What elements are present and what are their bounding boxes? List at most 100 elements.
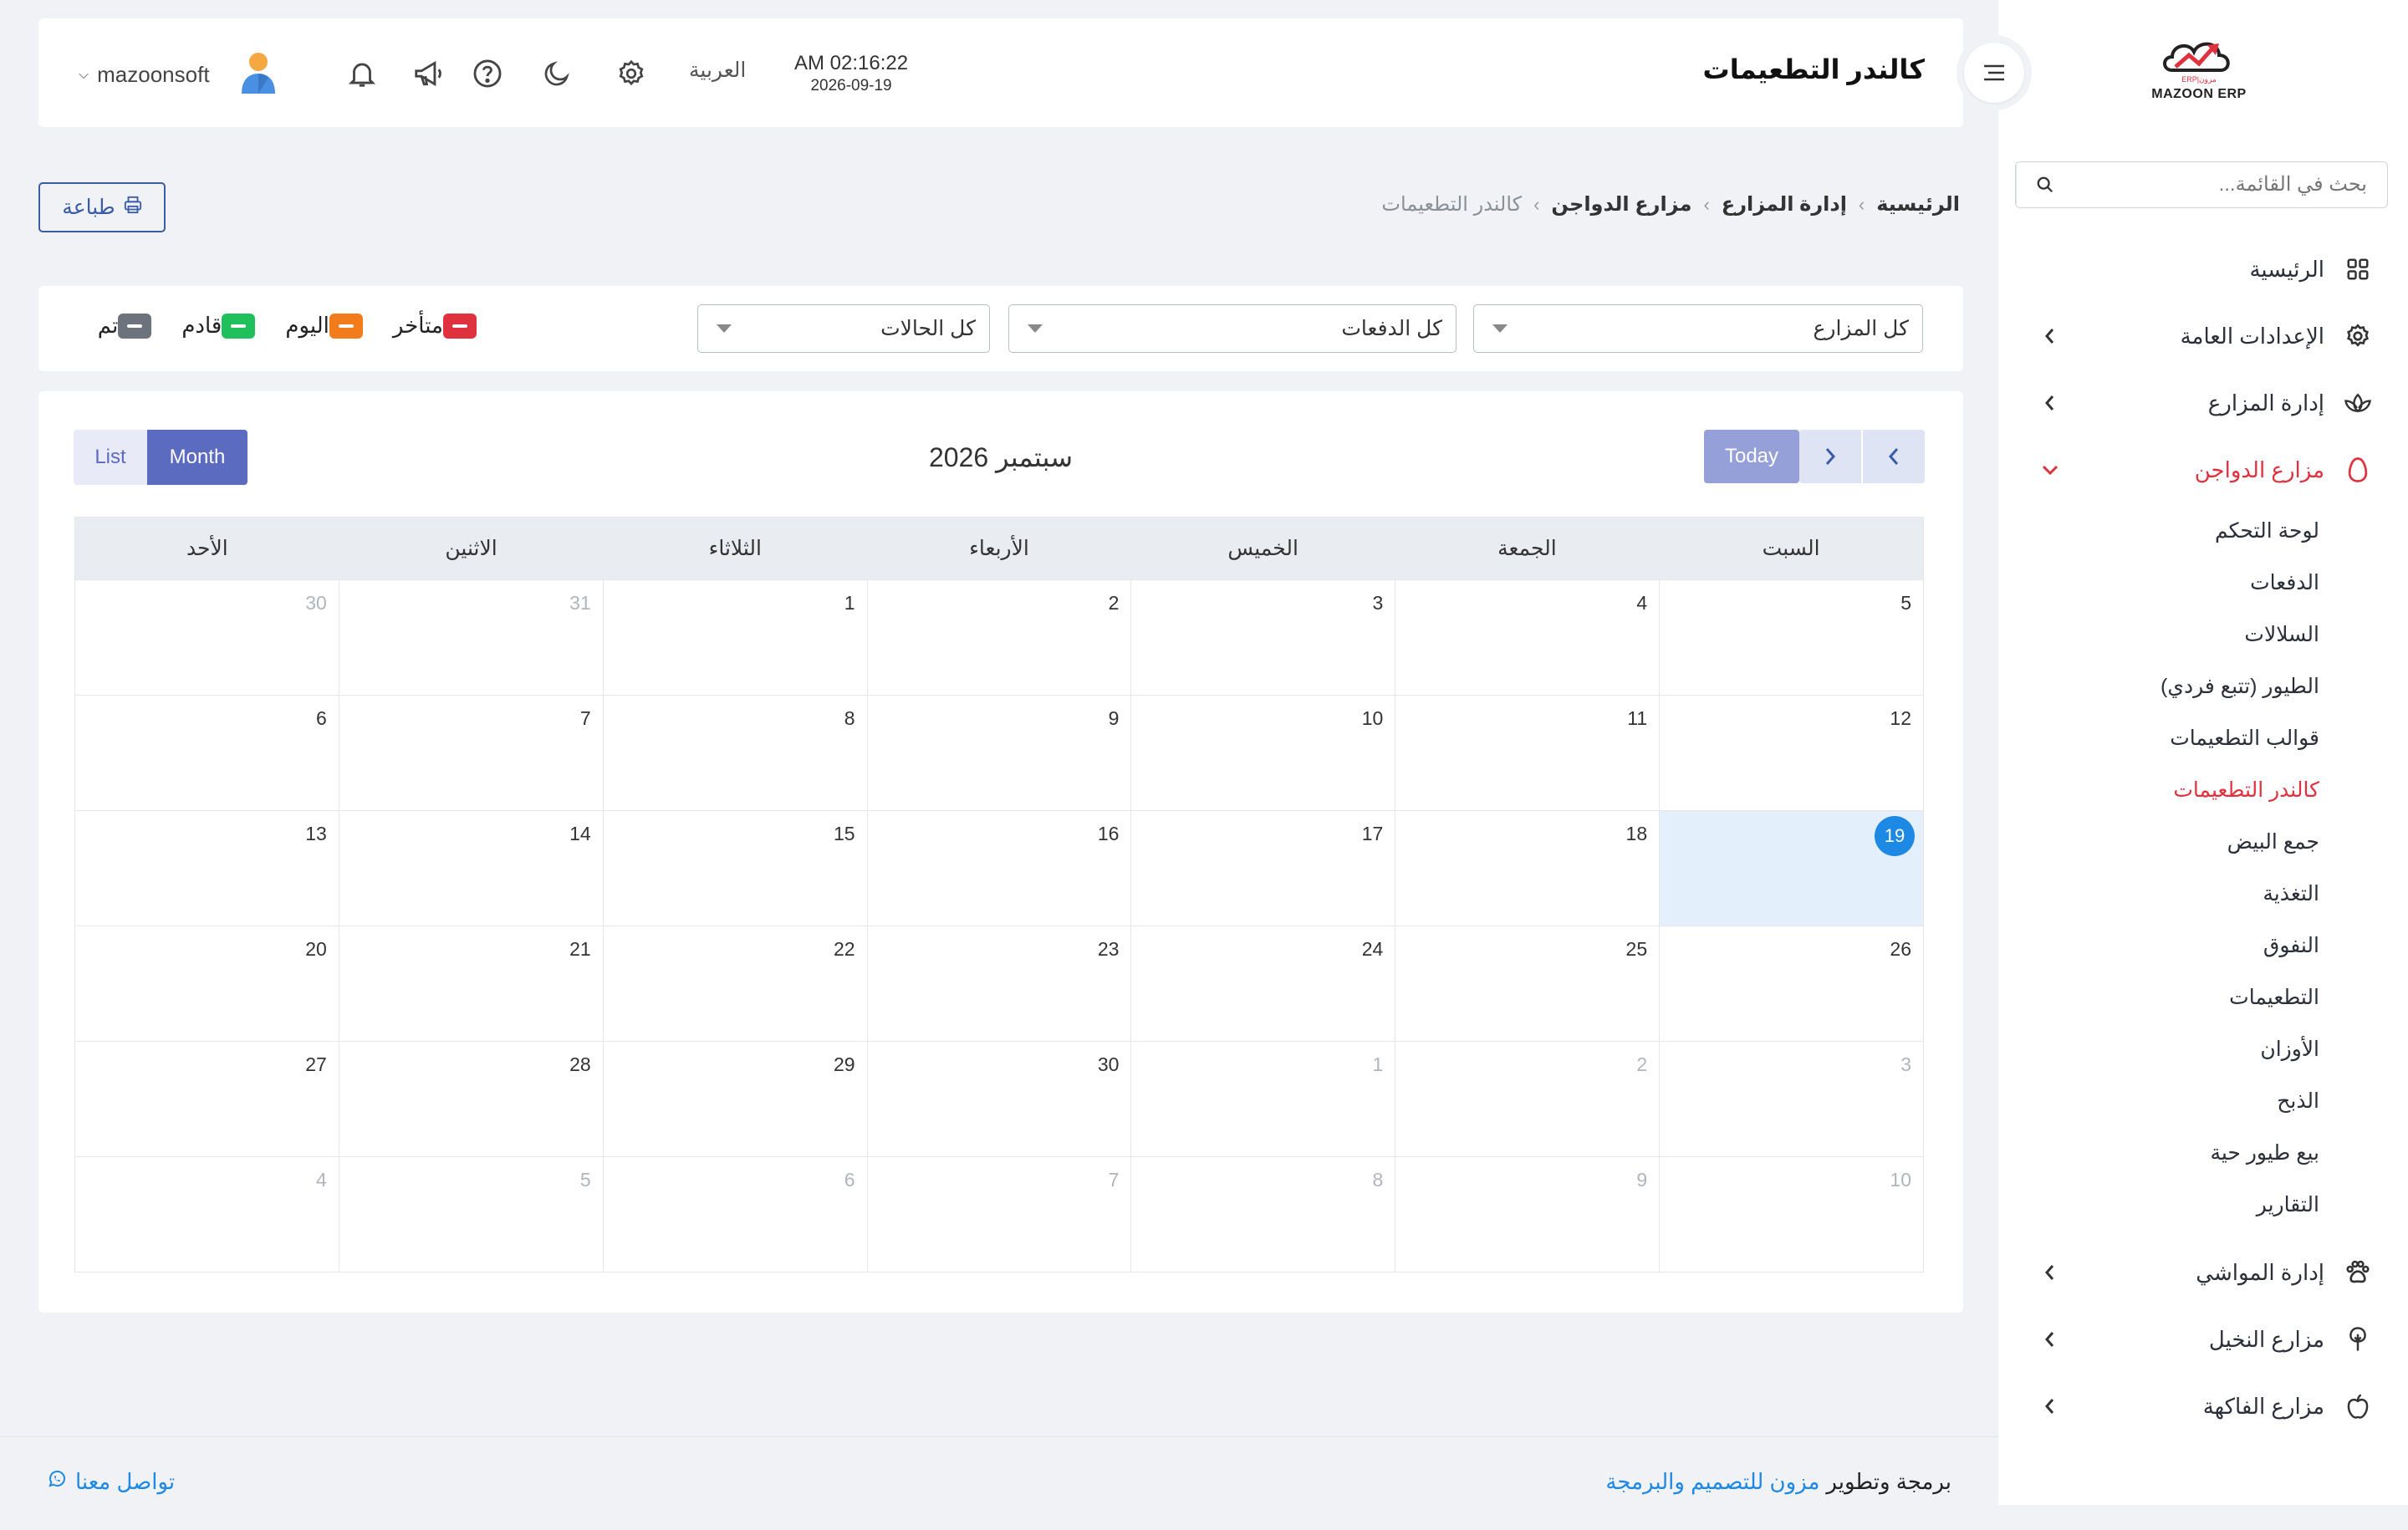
help-icon[interactable] — [467, 54, 508, 94]
calendar-day[interactable]: 4 — [1395, 580, 1661, 696]
contact-us-link[interactable]: تواصل معنا — [47, 1469, 175, 1495]
calendar-day[interactable]: 30 — [867, 1042, 1132, 1157]
calendar-day[interactable]: 16 — [867, 811, 1132, 926]
calendar-day[interactable]: 23 — [867, 926, 1132, 1042]
calendar-day[interactable]: 21 — [339, 926, 604, 1042]
announcement-megaphone-icon[interactable] — [408, 54, 448, 94]
legend-label: تم — [97, 313, 119, 338]
calendar-day[interactable]: 20 — [74, 926, 339, 1042]
sidebar-item-label: مزارع الفاكهة — [2202, 1393, 2324, 1419]
chevron-left-icon — [2038, 391, 2062, 415]
search-icon[interactable] — [2016, 162, 2073, 207]
submenu-item[interactable]: بيع طيور حية — [1998, 1127, 2408, 1179]
calendar-day-other-month[interactable]: 8 — [1131, 1157, 1396, 1272]
print-button[interactable]: طباعة — [38, 182, 166, 232]
language-switcher[interactable]: العربية — [689, 58, 746, 83]
calendar-day[interactable]: 17 — [1131, 811, 1396, 926]
calendar-day-other-month[interactable]: 10 — [1660, 1157, 1924, 1272]
submenu-item[interactable]: التطعيمات — [1998, 972, 2408, 1023]
month-view-button[interactable]: Month — [147, 430, 247, 485]
calendar-day[interactable]: 13 — [74, 811, 339, 926]
breadcrumb-poultry-farms[interactable]: مزارع الدواجن — [1551, 192, 1691, 217]
sidebar-item-livestock[interactable]: إدارة المواشي — [1998, 1239, 2408, 1306]
calendar-day-other-month[interactable]: 3 — [1660, 1042, 1924, 1157]
calendar-day[interactable]: 27 — [74, 1042, 339, 1157]
calendar-day-other-month[interactable]: 7 — [867, 1157, 1132, 1272]
submenu-item[interactable]: الطيور (تتبع فردي) — [1998, 660, 2408, 712]
calendar-day-other-month[interactable]: 6 — [603, 1157, 868, 1272]
breadcrumb-home[interactable]: الرئيسية — [1876, 192, 1960, 217]
calendar-day[interactable]: 26 — [1660, 926, 1924, 1042]
calendar-day-other-month[interactable]: 9 — [1395, 1157, 1661, 1272]
user-menu[interactable]: ⌵ mazoonsoft — [79, 50, 277, 99]
clock-time: AM 02:16:22 — [794, 52, 909, 74]
submenu-item[interactable]: التقارير — [1998, 1179, 2408, 1231]
calendar-day[interactable]: 5 — [1660, 580, 1924, 696]
submenu-item[interactable]: جمع البيض — [1998, 816, 2408, 868]
next-month-button[interactable] — [1799, 430, 1861, 483]
sidebar-search-input[interactable] — [2073, 162, 2387, 207]
calendar-day[interactable]: 9 — [867, 696, 1132, 811]
calendar-day-other-month[interactable]: 5 — [339, 1157, 604, 1272]
today-button[interactable]: Today — [1704, 430, 1799, 483]
submenu-item-active[interactable]: كالندر التطعيمات — [1998, 764, 2408, 816]
batch-filter-select[interactable]: كل الدفعات — [1008, 304, 1457, 353]
submenu-item[interactable]: التغذية — [1998, 868, 2408, 920]
mazoon-logo[interactable]: ERP|مزون MAZOON ERP — [2145, 33, 2253, 110]
sidebar-item-home[interactable]: الرئيسية — [1998, 236, 2408, 303]
prev-month-button[interactable] — [1863, 430, 1925, 483]
submenu-item[interactable]: السلالات — [1998, 609, 2408, 660]
calendar-day[interactable]: 29 — [603, 1042, 868, 1157]
submenu-item[interactable]: الذبح — [1998, 1075, 2408, 1127]
submenu-item[interactable]: لوحة التحكم — [1998, 505, 2408, 557]
farm-filter-select[interactable]: كل المزارع — [1473, 304, 1923, 353]
sidebar-item-general-settings[interactable]: الإعدادات العامة — [1998, 303, 2408, 370]
calendar-day-other-month[interactable]: 30 — [74, 580, 339, 696]
breadcrumb-farm-management[interactable]: إدارة المزارع — [1722, 192, 1847, 217]
sidebar-item-farm-management[interactable]: إدارة المزارع — [1998, 370, 2408, 436]
calendar-day[interactable]: 12 — [1660, 696, 1924, 811]
calendar-day[interactable]: 8 — [603, 696, 868, 811]
calendar-day[interactable]: 3 — [1131, 580, 1396, 696]
calendar-day-other-month[interactable]: 2 — [1395, 1042, 1661, 1157]
calendar-day[interactable]: 14 — [339, 811, 604, 926]
calendar-day-today[interactable]: 19 — [1660, 811, 1924, 926]
clock: AM 02:16:22 2026-09-19 — [794, 52, 908, 95]
calendar-day[interactable]: 25 — [1395, 926, 1661, 1042]
calendar-day-other-month[interactable]: 4 — [74, 1157, 339, 1272]
calendar-day[interactable]: 18 — [1395, 811, 1661, 926]
submenu-item[interactable]: النفوق — [1998, 920, 2408, 972]
calendar-day[interactable]: 22 — [603, 926, 868, 1042]
calendar-day[interactable]: 1 — [603, 580, 868, 696]
calendar-day[interactable]: 11 — [1395, 696, 1661, 811]
contact-label: تواصل معنا — [75, 1469, 176, 1494]
calendar-day[interactable]: 28 — [339, 1042, 604, 1157]
calendar-day[interactable]: 7 — [339, 696, 604, 811]
notifications-bell-icon[interactable] — [342, 54, 382, 94]
grid-icon — [2341, 252, 2375, 286]
dropdown-arrow-icon — [1492, 324, 1508, 333]
day-number: 1 — [1372, 1053, 1384, 1075]
calendar-day[interactable]: 24 — [1131, 926, 1396, 1042]
calendar-day-other-month[interactable]: 31 — [339, 580, 604, 696]
footer: برمجة وتطوير مزون للتصميم والبرمجة تواصل… — [0, 1436, 1998, 1530]
sidebar-toggle-button[interactable] — [1956, 35, 2032, 110]
dark-mode-moon-icon[interactable] — [537, 54, 577, 94]
calendar-day[interactable]: 10 — [1131, 696, 1396, 811]
sidebar-item-fruit-farms[interactable]: مزارع الفاكهة — [1998, 1373, 2408, 1440]
calendar-day[interactable]: 2 — [867, 580, 1132, 696]
sidebar-item-poultry-farms[interactable]: مزارع الدواجن — [1998, 436, 2408, 503]
calendar-day[interactable]: 6 — [74, 696, 339, 811]
settings-gear-icon[interactable] — [611, 54, 651, 94]
sidebar-item-palm-farms[interactable]: مزارع النخيل — [1998, 1306, 2408, 1373]
status-filter-select[interactable]: كل الحالات — [697, 304, 990, 353]
calendar-day[interactable]: 15 — [603, 811, 868, 926]
calendar-day-other-month[interactable]: 1 — [1131, 1042, 1396, 1157]
submenu-item[interactable]: الأوزان — [1998, 1023, 2408, 1075]
day-number: 2 — [1108, 592, 1120, 614]
list-view-button[interactable]: List — [74, 430, 147, 485]
footer-dev-link[interactable]: مزون للتصميم والبرمجة — [1605, 1469, 1819, 1495]
submenu-item[interactable]: قوالب التطعيمات — [1998, 712, 2408, 764]
logo-text: MAZOON ERP — [2151, 87, 2247, 101]
submenu-item[interactable]: الدفعات — [1998, 557, 2408, 609]
